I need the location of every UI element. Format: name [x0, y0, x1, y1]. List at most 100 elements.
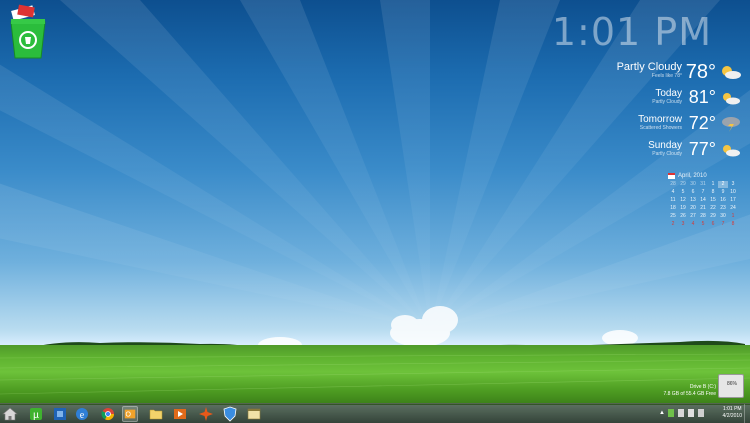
calendar-gadget[interactable]: April, 2010 28 29 30 31 1 2 3 4 5 6 7 8 9 10 11 12 13 14 1… — [668, 172, 744, 228]
system-tray: ▲ — [659, 409, 704, 417]
calendar-day[interactable]: 2 — [668, 221, 678, 228]
weather-tomorrow: Tomorrow Scattered Showers 72° — [554, 112, 744, 138]
home-icon[interactable] — [2, 406, 18, 422]
calendar-day[interactable]: 6 — [708, 221, 718, 228]
recycle-bin-icon[interactable] — [8, 4, 48, 60]
partly-cloudy-icon — [723, 145, 740, 157]
taskbar: µ e O ▲ 1:01 PM 4/2/2010 — [0, 403, 750, 423]
app-star-icon[interactable] — [198, 406, 214, 422]
chrome-icon[interactable] — [100, 406, 116, 422]
calendar-day[interactable]: 7 — [718, 221, 728, 228]
calendar-day[interactable]: 4 — [688, 221, 698, 228]
calendar-day[interactable]: 16 — [718, 197, 728, 204]
weather-label: Today Partly Cloudy — [652, 89, 682, 107]
forecast-day: Today — [655, 88, 682, 99]
flag-icon[interactable] — [668, 409, 674, 417]
window-icon[interactable] — [246, 406, 262, 422]
calendar-day[interactable]: 31 — [698, 181, 708, 188]
drive-percent: 86% — [726, 381, 737, 387]
calendar-day[interactable]: 13 — [688, 197, 698, 204]
volume-icon[interactable] — [698, 409, 704, 417]
calendar-day[interactable]: 14 — [698, 197, 708, 204]
drive-name: Drive B (C:) — [689, 384, 716, 390]
folder-icon[interactable] — [148, 406, 164, 422]
calendar-day[interactable]: 6 — [688, 189, 698, 196]
drive-gadget[interactable]: Drive B (C:) 7.8 GB of 55.4 GB Free 86% — [636, 374, 746, 398]
calendar-day[interactable]: 1 — [728, 213, 738, 220]
calendar-day[interactable]: 30 — [688, 181, 698, 188]
calendar-icon — [668, 173, 675, 179]
forecast-temp: 72° — [688, 113, 716, 133]
show-hidden-icon[interactable]: ▲ — [659, 409, 665, 417]
forecast-day: Tomorrow — [638, 114, 682, 125]
calendar-day[interactable]: 9 — [718, 189, 728, 196]
shield-icon[interactable] — [222, 406, 238, 422]
calendar-day[interactable]: 2 — [718, 181, 728, 188]
calendar-day[interactable]: 17 — [728, 197, 738, 204]
calendar-header: April, 2010 — [668, 172, 744, 179]
calendar-day[interactable]: 22 — [708, 205, 718, 212]
calendar-day[interactable]: 28 — [668, 181, 678, 188]
calendar-day[interactable]: 15 — [708, 197, 718, 204]
calendar-day[interactable]: 28 — [698, 213, 708, 220]
calendar-day[interactable]: 20 — [688, 205, 698, 212]
calendar-day[interactable]: 8 — [708, 189, 718, 196]
partly-cloudy-icon — [722, 66, 741, 79]
svg-text:µ: µ — [33, 410, 39, 421]
calendar-day[interactable]: 30 — [718, 213, 728, 220]
calendar-day[interactable]: 10 — [728, 189, 738, 196]
drive-free-space: 7.8 GB of 55.4 GB Free — [663, 391, 716, 397]
forecast-day: Sunday — [648, 140, 682, 151]
calendar-day[interactable]: 4 — [668, 189, 678, 196]
weather-gadget[interactable]: Partly Cloudy Feels like 78° 78° Today P… — [554, 60, 744, 164]
calendar-day[interactable]: 19 — [678, 205, 688, 212]
calendar-day[interactable]: 1 — [708, 181, 718, 188]
hard-drive-icon: 86% — [718, 374, 744, 398]
calendar-day[interactable]: 29 — [708, 213, 718, 220]
weather-sunday: Sunday Partly Cloudy 77° — [554, 138, 744, 164]
calendar-day[interactable]: 11 — [668, 197, 678, 204]
svg-text:e: e — [80, 410, 85, 421]
cpu-icon[interactable] — [52, 406, 68, 422]
storm-icon — [722, 117, 740, 132]
outlook-icon[interactable]: O — [122, 406, 138, 422]
calendar-month: April, 2010 — [678, 172, 707, 179]
calendar-day[interactable]: 23 — [718, 205, 728, 212]
show-desktop-button[interactable] — [744, 404, 750, 423]
calendar-day[interactable]: 27 — [688, 213, 698, 220]
calendar-day[interactable]: 25 — [668, 213, 678, 220]
tray-clock[interactable]: 1:01 PM 4/2/2010 — [723, 406, 742, 420]
weather-current: Partly Cloudy Feels like 78° 78° — [554, 60, 744, 86]
battery-icon[interactable] — [688, 409, 694, 417]
forecast-condition: Partly Cloudy — [652, 151, 682, 157]
calendar-day[interactable]: 3 — [728, 181, 738, 188]
media-player-icon[interactable] — [172, 406, 188, 422]
calendar-day[interactable]: 5 — [678, 189, 688, 196]
desktop-clock: 1:01 PM — [551, 10, 712, 54]
calendar-day[interactable]: 21 — [698, 205, 708, 212]
weather-today: Today Partly Cloudy 81° — [554, 86, 744, 112]
forecast-condition: Scattered Showers — [639, 125, 682, 131]
network-icon[interactable] — [678, 409, 684, 417]
svg-text:O: O — [126, 412, 132, 419]
calendar-day[interactable]: 12 — [678, 197, 688, 204]
tray-date: 4/2/2010 — [722, 413, 742, 419]
utorrent-icon[interactable]: µ — [28, 406, 44, 422]
weather-feels-like: Feels like 78° — [651, 73, 682, 79]
weather-label: Partly Cloudy Feels like 78° — [616, 61, 682, 81]
calendar-day[interactable]: 3 — [678, 221, 688, 228]
calendar-grid: 28 29 30 31 1 2 3 4 5 6 7 8 9 10 11 12 13 14 15 16 17 18 19 20 2… — [668, 181, 744, 228]
calendar-day[interactable]: 29 — [678, 181, 688, 188]
drive-label: Drive B (C:) 7.8 GB of 55.4 GB Free — [663, 384, 716, 398]
calendar-day[interactable]: 18 — [668, 205, 678, 212]
weather-condition: Partly Cloudy — [616, 61, 682, 73]
calendar-day[interactable]: 5 — [698, 221, 708, 228]
weather-label: Sunday Partly Cloudy — [648, 141, 682, 159]
calendar-day[interactable]: 7 — [698, 189, 708, 196]
calendar-day[interactable]: 24 — [728, 205, 738, 212]
calendar-day[interactable]: 8 — [728, 221, 738, 228]
tray-time: 1:01 PM — [722, 406, 742, 412]
calendar-day[interactable]: 26 — [678, 213, 688, 220]
internet-explorer-icon[interactable]: e — [74, 406, 90, 422]
partly-cloudy-icon — [723, 93, 740, 105]
